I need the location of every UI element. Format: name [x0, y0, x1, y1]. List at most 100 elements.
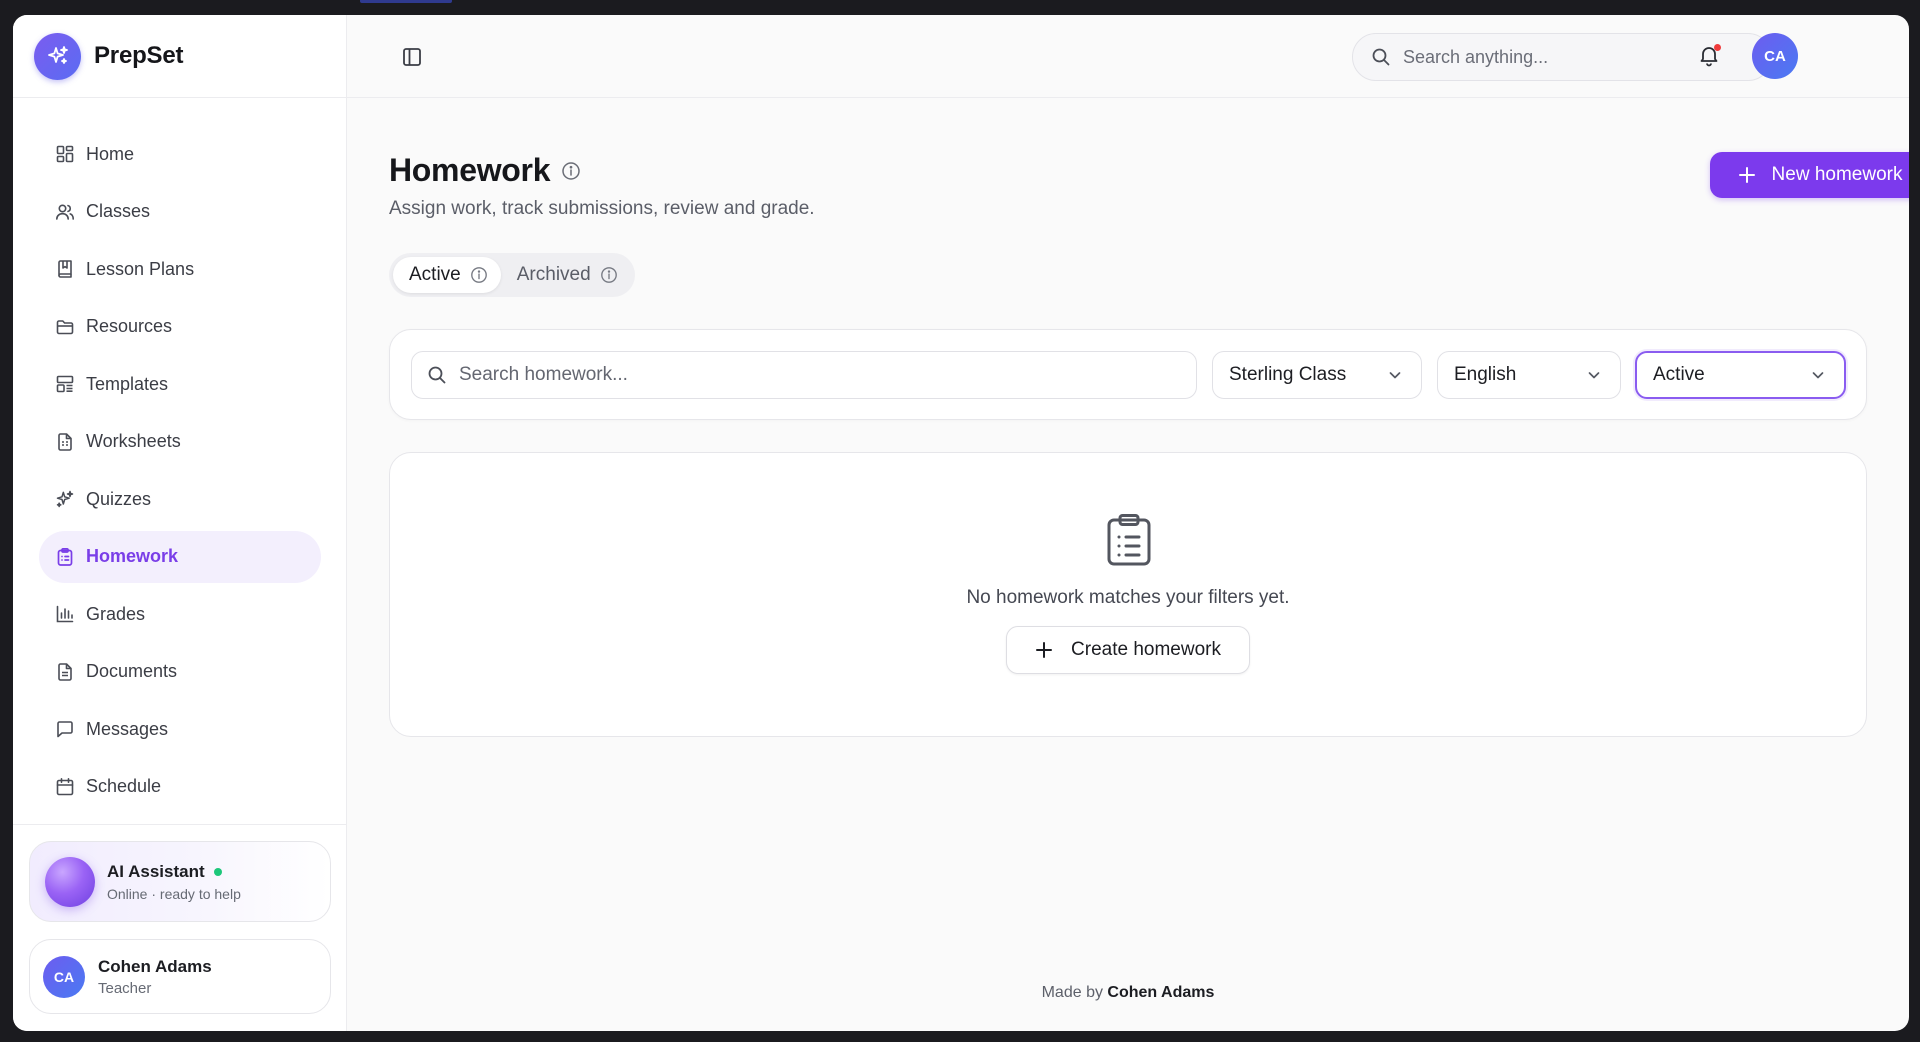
app-window: PrepSet Home Classes Lesson Plans Resour…: [13, 15, 1909, 1031]
sidebar-item-classes[interactable]: Classes: [39, 186, 321, 238]
ai-assistant-status: Online · ready to help: [107, 885, 241, 902]
sidebar-toggle-button[interactable]: [400, 45, 424, 69]
chevron-down-icon: [1588, 372, 1600, 379]
tab-archived[interactable]: Archived: [501, 257, 631, 293]
sidebar-item-label: Documents: [86, 661, 178, 681]
sidebar-item-label: Resources: [86, 316, 173, 336]
homework-search-input[interactable]: [459, 364, 1159, 386]
homework-search[interactable]: [411, 351, 1197, 399]
empty-state: No homework matches your filters yet. Cr…: [389, 452, 1867, 737]
info-icon[interactable]: [561, 161, 581, 181]
sidebar-item-schedule[interactable]: Schedule: [39, 761, 321, 813]
sidebar-item-label: Schedule: [86, 776, 162, 796]
sidebar-item-homework[interactable]: Homework: [39, 530, 321, 583]
class-select-value: Sterling Class: [1229, 364, 1347, 385]
info-icon: [470, 267, 487, 283]
clipboard-icon: [1107, 514, 1151, 566]
chevron-down-icon: [1389, 372, 1401, 379]
tab-label: Active: [409, 264, 461, 285]
user-profile-card[interactable]: CA Cohen Adams Teacher: [29, 939, 331, 1014]
ai-assistant-title: AI Assistant: [107, 861, 205, 881]
create-homework-button[interactable]: Create homework: [1006, 626, 1250, 674]
calendar-icon: [54, 776, 76, 798]
sparkle-icon: [54, 488, 76, 510]
brand-header: PrepSet: [13, 15, 346, 98]
sidebar-item-templates[interactable]: Templates: [39, 358, 321, 410]
sidebar-item-grades[interactable]: Grades: [39, 588, 321, 640]
sidebar-item-resources[interactable]: Resources: [39, 301, 321, 353]
footer-credit: Made by Cohen Adams: [347, 984, 1909, 1002]
tab-active[interactable]: Active: [393, 257, 501, 293]
topbar: CA: [347, 15, 1909, 98]
footer-prefix: Made by: [1041, 984, 1103, 1001]
footer-author: Cohen Adams: [1107, 984, 1215, 1001]
subject-select-value: English: [1454, 364, 1517, 385]
plus-icon: [1738, 167, 1755, 183]
user-name: Cohen Adams: [98, 956, 212, 976]
worksheet-icon: [54, 431, 76, 453]
search-icon: [428, 366, 446, 384]
online-status-dot: [213, 867, 222, 876]
notifications-button[interactable]: [1697, 43, 1723, 69]
sparkle-icon: [47, 46, 68, 64]
sidebar-item-label: Messages: [86, 718, 169, 739]
window-top-strip: [0, 0, 1920, 14]
notification-badge: [1714, 44, 1721, 51]
brand-logo[interactable]: [34, 32, 81, 80]
sidebar-item-label: Classes: [86, 201, 151, 221]
template-icon: [54, 373, 76, 395]
ai-orb-icon: [45, 856, 95, 907]
create-homework-label: Create homework: [1071, 639, 1221, 660]
sidebar-item-label: Grades: [86, 603, 146, 624]
sidebar-item-label: Lesson Plans: [86, 258, 195, 279]
subject-select[interactable]: English: [1437, 351, 1621, 399]
sidebar-item-label: Quizzes: [86, 488, 152, 509]
brand-name: PrepSet: [94, 42, 184, 69]
home-icon: [54, 143, 76, 165]
ai-assistant-card[interactable]: AI Assistant Online · ready to help: [29, 841, 331, 922]
sidebar-item-worksheets[interactable]: Worksheets: [39, 416, 321, 468]
sidebar-item-lesson-plans[interactable]: Lesson Plans: [39, 243, 321, 295]
chevron-down-icon: [1812, 372, 1824, 379]
sidebar-item-quizzes[interactable]: Quizzes: [39, 473, 321, 525]
filter-bar: Sterling Class English Active: [389, 329, 1867, 420]
sidebar-divider: [13, 824, 347, 825]
users-icon: [54, 201, 76, 223]
document-icon: [54, 661, 76, 683]
tab-label: Archived: [516, 264, 591, 285]
bar-chart-icon: [54, 603, 76, 625]
status-select-value: Active: [1653, 364, 1705, 385]
message-icon: [54, 718, 76, 740]
new-homework-label: New homework: [1771, 164, 1903, 185]
status-select[interactable]: Active: [1635, 351, 1846, 399]
book-icon: [54, 258, 76, 280]
new-homework-button[interactable]: New homework: [1710, 152, 1909, 198]
user-role: Teacher: [98, 979, 152, 997]
browser-tab-indicator: [360, 0, 452, 3]
plus-icon: [1036, 642, 1053, 658]
sidebar-item-documents[interactable]: Documents: [39, 646, 321, 698]
status-tabs: Active Archived: [389, 253, 635, 297]
empty-state-message: No homework matches your filters yet.: [966, 587, 1290, 608]
info-icon: [600, 267, 617, 283]
main-content: CA Homework Assign work, track submissio…: [347, 15, 1909, 1031]
sidebar-item-label: Worksheets: [86, 431, 181, 451]
top-avatar[interactable]: CA: [1752, 33, 1798, 79]
folder-icon: [54, 316, 76, 338]
search-icon: [1372, 48, 1390, 66]
page-title: Homework: [389, 152, 551, 188]
sidebar-item-home[interactable]: Home: [39, 128, 321, 180]
sidebar-toggle-icon: [403, 48, 421, 66]
sidebar: PrepSet Home Classes Lesson Plans Resour…: [13, 15, 347, 1031]
avatar: CA: [43, 955, 85, 998]
sidebar-item-label: Home: [86, 143, 135, 164]
sidebar-item-messages[interactable]: Messages: [39, 703, 321, 755]
page-subtitle: Assign work, track submissions, review a…: [389, 198, 815, 219]
sidebar-item-label: Templates: [86, 373, 169, 394]
clipboard-icon: [54, 546, 76, 568]
sidebar-item-label: Homework: [86, 546, 179, 566]
page-header: Homework Assign work, track submissions,…: [389, 152, 815, 220]
sidebar-nav: Home Classes Lesson Plans Resources Temp…: [39, 128, 321, 818]
class-select[interactable]: Sterling Class: [1212, 351, 1422, 399]
global-search-input[interactable]: [1403, 46, 1733, 68]
